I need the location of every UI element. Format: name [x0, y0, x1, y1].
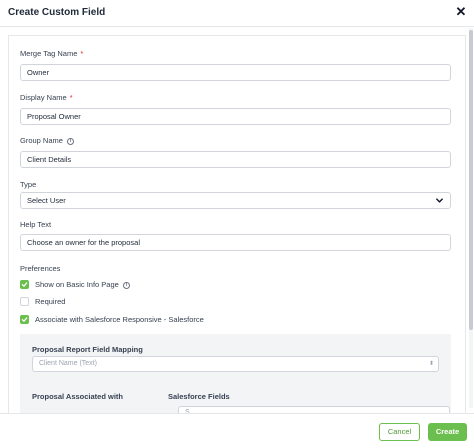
create-custom-field-modal: Create Custom Field ✕ Merge Tag Name * Ow…: [0, 0, 474, 448]
merge-tag-input[interactable]: Owner: [20, 64, 451, 81]
select-arrows-icon: ⬍: [428, 361, 434, 367]
checkbox-label: Show on Basic Info Page i: [35, 280, 130, 289]
info-icon[interactable]: i: [66, 137, 74, 145]
salesforce-mapping-panel: Proposal Report Field Mapping Client Nam…: [20, 334, 451, 413]
display-name-input[interactable]: Proposal Owner: [20, 108, 451, 125]
associated-with-label: Proposal Associated with: [32, 392, 123, 401]
type-select-value: Select User: [27, 196, 66, 205]
display-name-label: Display Name *: [20, 93, 73, 102]
salesforce-fields-input[interactable]: S: [178, 406, 450, 413]
modal-title: Create Custom Field: [8, 7, 106, 18]
modal-footer: Cancel Create: [0, 413, 474, 448]
help-text-input[interactable]: Choose an owner for the proposal: [20, 234, 451, 251]
pref-associate-salesforce[interactable]: Associate with Salesforce Responsive - S…: [20, 315, 320, 325]
checkbox-label: Associate with Salesforce Responsive - S…: [35, 315, 204, 324]
close-icon[interactable]: ✕: [454, 4, 468, 20]
scrollbar-thumb[interactable]: [469, 30, 473, 330]
form-body: Merge Tag Name * Owner Display Name * Prop…: [8, 35, 466, 413]
type-select[interactable]: Select User: [20, 192, 451, 209]
create-button[interactable]: Create: [428, 423, 467, 441]
check-icon: [21, 317, 28, 322]
merge-tag-label: Merge Tag Name *: [20, 49, 84, 58]
mapping-label: Proposal Report Field Mapping: [32, 345, 143, 354]
type-label: Type: [20, 180, 37, 189]
mapping-select[interactable]: Client Name (Text) ⬍: [32, 356, 439, 372]
salesforce-fields-label: Salesforce Fields: [168, 392, 230, 401]
group-name-label: Group Name i: [20, 136, 74, 145]
cancel-button[interactable]: Cancel: [379, 423, 420, 441]
info-icon[interactable]: i: [122, 281, 130, 289]
help-text-label: Help Text: [20, 220, 52, 229]
pref-show-basic-info[interactable]: Show on Basic Info Page i: [20, 280, 220, 290]
check-icon: [21, 282, 28, 287]
pref-required[interactable]: Required: [20, 297, 220, 307]
required-mark: *: [69, 93, 73, 102]
mapping-select-value: Client Name (Text): [39, 360, 97, 367]
checkbox-checked[interactable]: [20, 280, 29, 289]
group-name-input[interactable]: Client Details: [20, 151, 451, 168]
checkbox-checked[interactable]: [20, 315, 29, 324]
checkbox-label: Required: [35, 297, 66, 306]
checkbox-unchecked[interactable]: [20, 297, 29, 306]
required-mark: *: [80, 49, 84, 58]
chevron-down-icon: [436, 198, 443, 203]
modal-header: Create Custom Field ✕: [0, 0, 474, 27]
preferences-label: Preferences: [20, 264, 61, 273]
